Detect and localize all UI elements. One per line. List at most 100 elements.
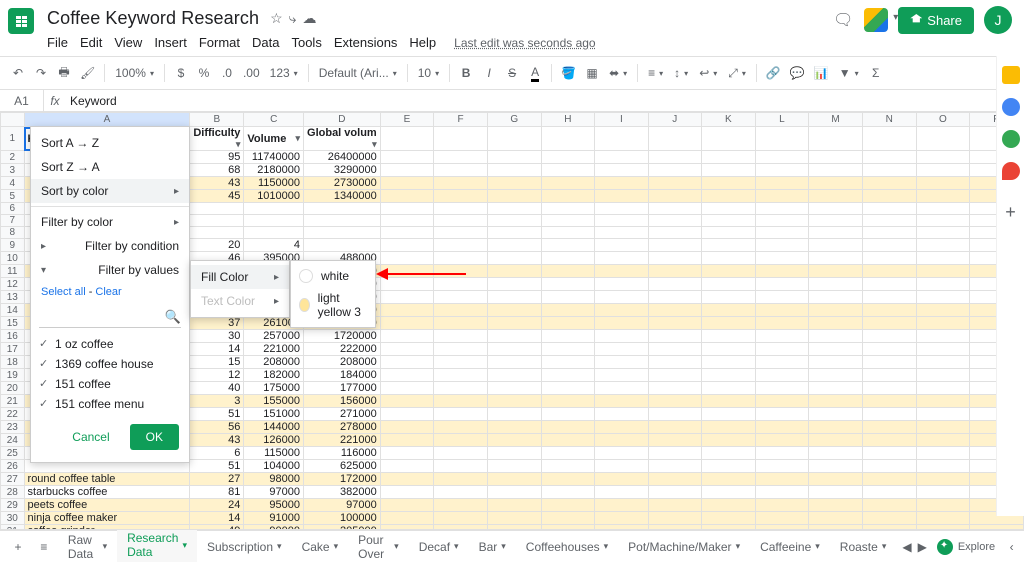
cell[interactable]: 3290000 (304, 164, 381, 177)
cell[interactable]: starbucks coffee (24, 486, 190, 499)
select-all-link[interactable]: Select all (41, 286, 86, 298)
explore-button[interactable]: Explore (929, 535, 1003, 559)
col-header[interactable]: E (380, 113, 434, 127)
col-header[interactable] (1, 113, 25, 127)
font-select[interactable]: Default (Ari... (315, 66, 401, 80)
cloud-icon[interactable]: ☁ (302, 10, 316, 27)
zoom-select[interactable]: 100% (111, 66, 158, 80)
cell[interactable] (304, 215, 381, 227)
star-icon[interactable]: ☆ (270, 10, 283, 27)
row-header[interactable]: 3 (1, 164, 25, 177)
color-white[interactable]: white (291, 265, 375, 287)
sheet-tab[interactable]: Pot/Machine/Maker▾ (618, 525, 750, 562)
cell[interactable]: 271000 (304, 408, 381, 421)
row-header[interactable]: 6 (1, 203, 25, 215)
col-header[interactable]: M (809, 113, 863, 127)
cell[interactable]: ninja coffee maker (24, 512, 190, 525)
cell[interactable]: 257000 (244, 330, 304, 343)
clear-link[interactable]: Clear (95, 286, 121, 298)
cell[interactable] (304, 203, 381, 215)
cell[interactable]: 205000 (304, 525, 381, 531)
cell[interactable]: 95000 (244, 499, 304, 512)
cell[interactable]: peets coffee (24, 499, 190, 512)
name-box[interactable]: A1 (0, 90, 44, 111)
print-icon[interactable]: 🖶 (54, 61, 74, 85)
cell[interactable]: 144000 (244, 421, 304, 434)
cell[interactable]: coffee grinder (24, 525, 190, 531)
all-sheets-icon[interactable]: ≡ (32, 534, 56, 560)
row-header[interactable]: 2 (1, 151, 25, 164)
col-header[interactable]: A (24, 113, 190, 127)
side-panel-chevron-icon[interactable]: ‹ (1005, 540, 1018, 554)
cell[interactable]: 68 (190, 164, 244, 177)
cell[interactable]: 49 (190, 525, 244, 531)
row-header[interactable]: 24 (1, 434, 25, 447)
col-header[interactable]: H (541, 113, 595, 127)
add-sheet-icon[interactable]: + (6, 534, 30, 560)
borders-icon[interactable]: ▦ (582, 61, 602, 85)
sort-by-color[interactable]: Sort by color▸ (31, 179, 189, 203)
cell[interactable]: 100000 (304, 512, 381, 525)
row-header[interactable]: 22 (1, 408, 25, 421)
header-cell[interactable]: Difficulty▾ (190, 127, 244, 151)
cell[interactable]: 6 (190, 447, 244, 460)
cell[interactable]: 104000 (244, 460, 304, 473)
col-header[interactable]: F (434, 113, 488, 127)
addons-icon[interactable]: + (1005, 202, 1016, 223)
strikethrough-icon[interactable]: S (502, 61, 522, 85)
col-header[interactable]: G (487, 113, 541, 127)
last-edit-link[interactable]: Last edit was seconds ago (449, 34, 600, 52)
cell[interactable]: 278000 (304, 421, 381, 434)
menu-tools[interactable]: Tools (286, 33, 326, 52)
cell[interactable]: 151000 (244, 408, 304, 421)
share-button[interactable]: Share (898, 7, 974, 34)
col-header[interactable]: I (595, 113, 648, 127)
row-header[interactable]: 9 (1, 239, 25, 252)
tabs-scroll-left-icon[interactable]: ◀ (902, 540, 911, 554)
menu-extensions[interactable]: Extensions (329, 33, 403, 52)
text-color-icon[interactable]: A (525, 61, 545, 85)
contacts-icon[interactable] (1002, 130, 1020, 148)
row-header[interactable]: 27 (1, 473, 25, 486)
cell[interactable]: 24 (190, 499, 244, 512)
comments-icon[interactable]: 🗨 (832, 9, 854, 31)
cell[interactable]: 45 (190, 190, 244, 203)
cell[interactable]: 81 (190, 486, 244, 499)
row-header[interactable]: 10 (1, 252, 25, 265)
fill-color-icon[interactable]: 🪣 (558, 61, 579, 85)
row-header[interactable]: 28 (1, 486, 25, 499)
cell[interactable]: 14 (190, 343, 244, 356)
row-header[interactable]: 1 (1, 127, 25, 151)
cell[interactable]: 51 (190, 408, 244, 421)
italic-icon[interactable]: I (479, 61, 499, 85)
cell[interactable]: 382000 (304, 486, 381, 499)
menu-edit[interactable]: Edit (75, 33, 107, 52)
redo-icon[interactable]: ↷ (31, 61, 51, 85)
filter-value[interactable]: 151 coffee (31, 374, 189, 394)
sheet-tab[interactable]: Coffeehouses▾ (516, 525, 618, 562)
row-header[interactable]: 15 (1, 317, 25, 330)
cell[interactable]: 222000 (304, 343, 381, 356)
cell[interactable] (304, 227, 381, 239)
wrap-icon[interactable]: ↩ (695, 66, 721, 80)
row-header[interactable]: 7 (1, 215, 25, 227)
cell[interactable]: 116000 (304, 447, 381, 460)
row-header[interactable]: 16 (1, 330, 25, 343)
cell[interactable]: 97000 (304, 499, 381, 512)
sheet-tab[interactable]: Bar▾ (469, 525, 516, 562)
font-size-select[interactable]: 10 (414, 66, 443, 80)
tabs-scroll-right-icon[interactable]: ▶ (918, 540, 927, 554)
row-header[interactable]: 13 (1, 291, 25, 304)
spreadsheet-grid[interactable]: ABCDEFGHIJKLMNOP 1Keyword▾Difficulty▾Vol… (0, 112, 1024, 530)
row-header[interactable]: 20 (1, 382, 25, 395)
row-header[interactable]: 26 (1, 460, 25, 473)
row-header[interactable]: 30 (1, 512, 25, 525)
cell[interactable]: 91000 (244, 512, 304, 525)
row-header[interactable]: 5 (1, 190, 25, 203)
col-header[interactable]: D (304, 113, 381, 127)
row-header[interactable]: 19 (1, 369, 25, 382)
cell[interactable]: 1010000 (244, 190, 304, 203)
filter-value[interactable]: 1 oz coffee (31, 334, 189, 354)
cancel-button[interactable]: Cancel (60, 424, 121, 450)
filter-value[interactable]: 1369 coffee house (31, 354, 189, 374)
